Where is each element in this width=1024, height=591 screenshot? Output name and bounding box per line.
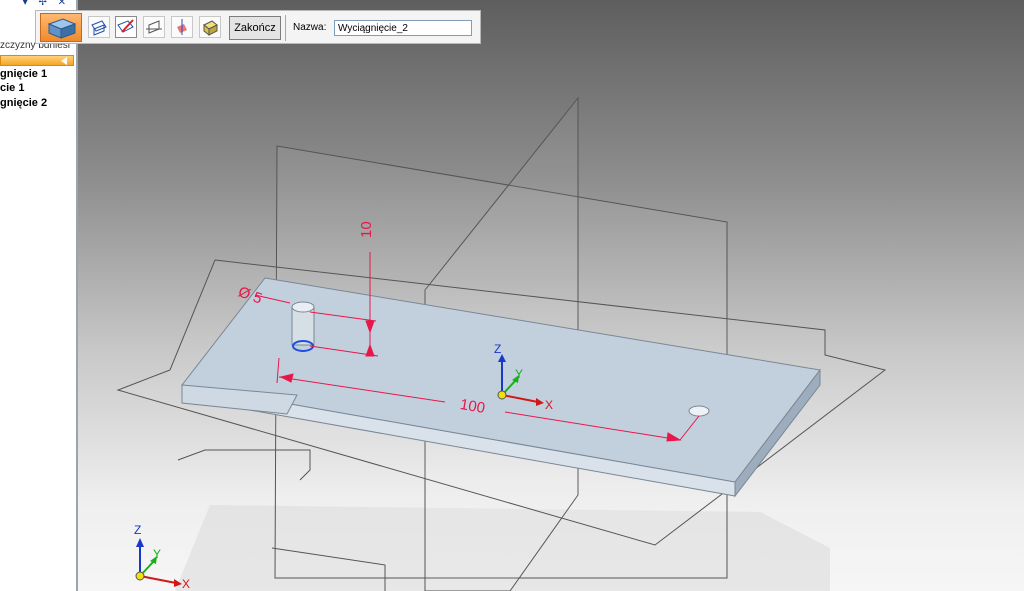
sketch-step-button[interactable] bbox=[115, 16, 137, 38]
cylinder-top bbox=[291, 301, 315, 313]
cylinder-body bbox=[291, 306, 315, 346]
model-viewport[interactable]: 10 Ø 5 100 Z Y X Z Y X bbox=[78, 0, 1024, 591]
axis-z-label-center: Z bbox=[494, 342, 502, 356]
axis-y-label-corner: Y bbox=[153, 547, 162, 561]
axis-x-label-corner: X bbox=[182, 577, 191, 591]
feature-name-input[interactable] bbox=[334, 20, 472, 36]
name-label: Nazwa: bbox=[293, 22, 327, 33]
treatment-step-button[interactable] bbox=[199, 16, 221, 38]
extrude-feature-button[interactable] bbox=[40, 13, 82, 42]
plane-step-icon bbox=[91, 20, 107, 36]
tree-item-cutout-1[interactable]: cie 1 bbox=[0, 82, 24, 94]
tree-item-protrusion-2[interactable]: gnięcie 2 bbox=[0, 97, 47, 109]
extrude-feature-icon bbox=[47, 18, 77, 39]
command-bar: Zakończ Nazwa: bbox=[35, 10, 481, 44]
collapse-arrow-icon[interactable] bbox=[61, 57, 67, 65]
axis-x-label-center: X bbox=[545, 398, 554, 412]
dimension-height-label[interactable]: 10 bbox=[358, 221, 375, 238]
axis-y-label-center: Y bbox=[515, 367, 524, 381]
side-step-button[interactable] bbox=[143, 16, 165, 38]
plane-step-button[interactable] bbox=[88, 16, 110, 38]
panel-controls[interactable]: ▾ ✢ ✕ bbox=[23, 0, 70, 8]
pathfinder-panel: ▾ ✢ ✕ zczyzny bdniesl gnięcie 1 cie 1 gn… bbox=[0, 0, 78, 591]
tree-item-protrusion-1[interactable]: gnięcie 1 bbox=[0, 68, 47, 80]
finish-button[interactable]: Zakończ bbox=[229, 16, 281, 40]
extent-step-button[interactable] bbox=[171, 16, 193, 38]
treatment-step-icon bbox=[203, 20, 218, 37]
hole-feature bbox=[688, 405, 710, 417]
extent-step-icon bbox=[177, 19, 187, 35]
sketch-step-icon bbox=[117, 19, 134, 33]
panel-collapse-bar[interactable] bbox=[0, 55, 74, 66]
axis-z-label-corner: Z bbox=[134, 523, 142, 537]
panel-header: ▾ ✢ ✕ bbox=[0, 0, 76, 8]
axis-triad-corner bbox=[135, 538, 182, 587]
side-step-icon bbox=[146, 20, 162, 34]
model-view bbox=[116, 96, 887, 591]
toolbar-separator bbox=[285, 15, 286, 41]
